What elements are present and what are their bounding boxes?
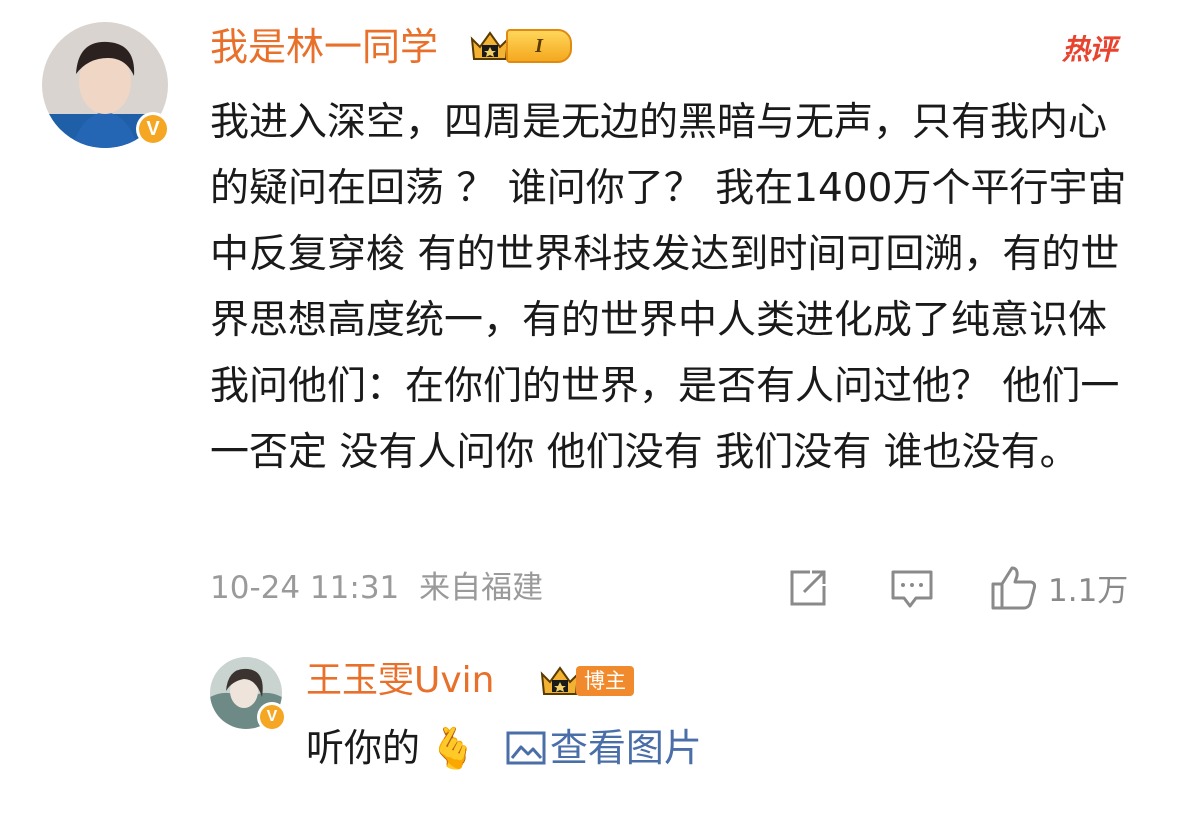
like-button[interactable]: 1.1万: [990, 564, 1128, 610]
reply-button[interactable]: [890, 568, 934, 610]
reply-verified-badge: V: [257, 702, 287, 732]
share-icon: [790, 570, 826, 606]
comment-meta: 10-24 11:31 来自福建: [210, 566, 543, 610]
comment-text: 我进入深空，四周是无边的黑暗与无声，只有我内心的疑问在回荡 ？ 谁问你了？ 我在…: [210, 100, 1127, 475]
reply-content: 听你的 🫰 查看图片: [306, 723, 702, 773]
verified-badge: V: [136, 112, 170, 146]
finger-heart-emoji: 🫰: [428, 725, 478, 772]
image-icon: [506, 731, 546, 765]
comment-location: 来自福建: [419, 570, 544, 606]
level-value: I: [506, 29, 572, 63]
blogger-badge: 博主: [538, 658, 634, 704]
thumbs-up-icon: [991, 566, 1037, 610]
view-image-link[interactable]: 查看图片: [506, 723, 702, 773]
reply-author-name[interactable]: 王玉雯Uvin: [306, 657, 494, 705]
comment-time: 10-24 11:31: [210, 570, 400, 606]
share-button[interactable]: [788, 568, 830, 608]
reply-text: 听你的: [306, 726, 421, 770]
comment-author-name[interactable]: 我是林一同学: [210, 22, 438, 72]
level-badge[interactable]: I: [468, 27, 572, 65]
like-count: 1.1万: [1048, 572, 1129, 609]
comment-icon: [891, 570, 933, 608]
view-image-label: 查看图片: [549, 726, 702, 770]
hot-comment-tag: 热评: [1062, 33, 1117, 66]
blogger-label: 博主: [576, 666, 634, 696]
